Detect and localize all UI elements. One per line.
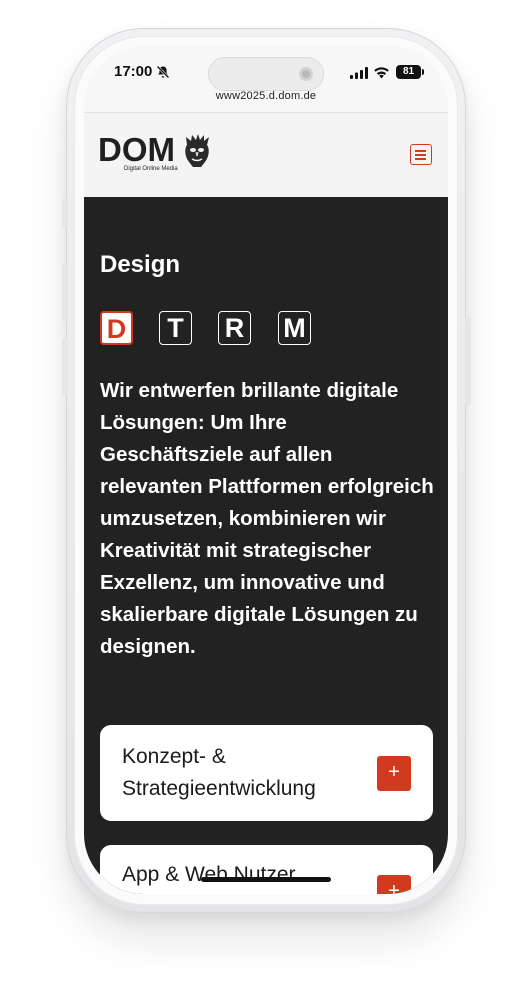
phone-screen: 17:00 81 www2025.d.dom.de DOM Digital On… (84, 46, 448, 894)
wifi-icon (374, 67, 389, 79)
site-header: DOM Digital Online Media (84, 112, 448, 197)
bell-muted-icon (156, 65, 170, 79)
menu-line-icon (415, 150, 426, 152)
browser-url[interactable]: www2025.d.dom.de (84, 90, 448, 102)
menu-line-icon (415, 154, 426, 156)
status-time: 17:00 (114, 63, 153, 80)
menu-line-icon (415, 158, 426, 160)
design-section: Design D T R M Wir entwerfen brillante d… (84, 197, 448, 894)
logo-subtitle: Digital Online Media (124, 166, 178, 172)
plus-icon: + (388, 761, 400, 783)
battery-indicator: 81 (396, 65, 424, 79)
side-button-power (465, 316, 471, 406)
section-title: Design (100, 251, 181, 278)
side-button-volume-down (62, 338, 68, 396)
camera-icon (299, 67, 313, 81)
side-button-action (62, 198, 68, 228)
letter-tab-m[interactable]: M (278, 311, 311, 345)
dynamic-island (208, 57, 324, 91)
expand-plus-button[interactable]: + (377, 875, 411, 894)
expand-plus-button[interactable]: + (377, 756, 411, 791)
accordion-item[interactable]: App & Web Nutzer + (100, 845, 433, 894)
logo-mascot-icon (185, 134, 209, 167)
plus-icon: + (388, 880, 400, 894)
accordion-label: Konzept- & Strategieentwicklung (122, 745, 316, 800)
accordion-item[interactable]: Konzept- & Strategieentwicklung + (100, 725, 433, 821)
home-indicator[interactable] (201, 877, 331, 882)
letter-tab-t[interactable]: T (159, 311, 192, 345)
accordion-label: App & Web Nutzer (122, 863, 296, 886)
letter-tab-r[interactable]: R (218, 311, 251, 345)
hamburger-menu-button[interactable] (410, 144, 432, 165)
cellular-signal-icon (350, 67, 368, 79)
logo-wordmark[interactable]: DOM (98, 131, 175, 169)
side-button-volume-up (62, 264, 68, 322)
intro-text: Wir entwerfen brillante digitale Lösunge… (100, 379, 434, 658)
letter-tab-d[interactable]: D (100, 311, 133, 345)
